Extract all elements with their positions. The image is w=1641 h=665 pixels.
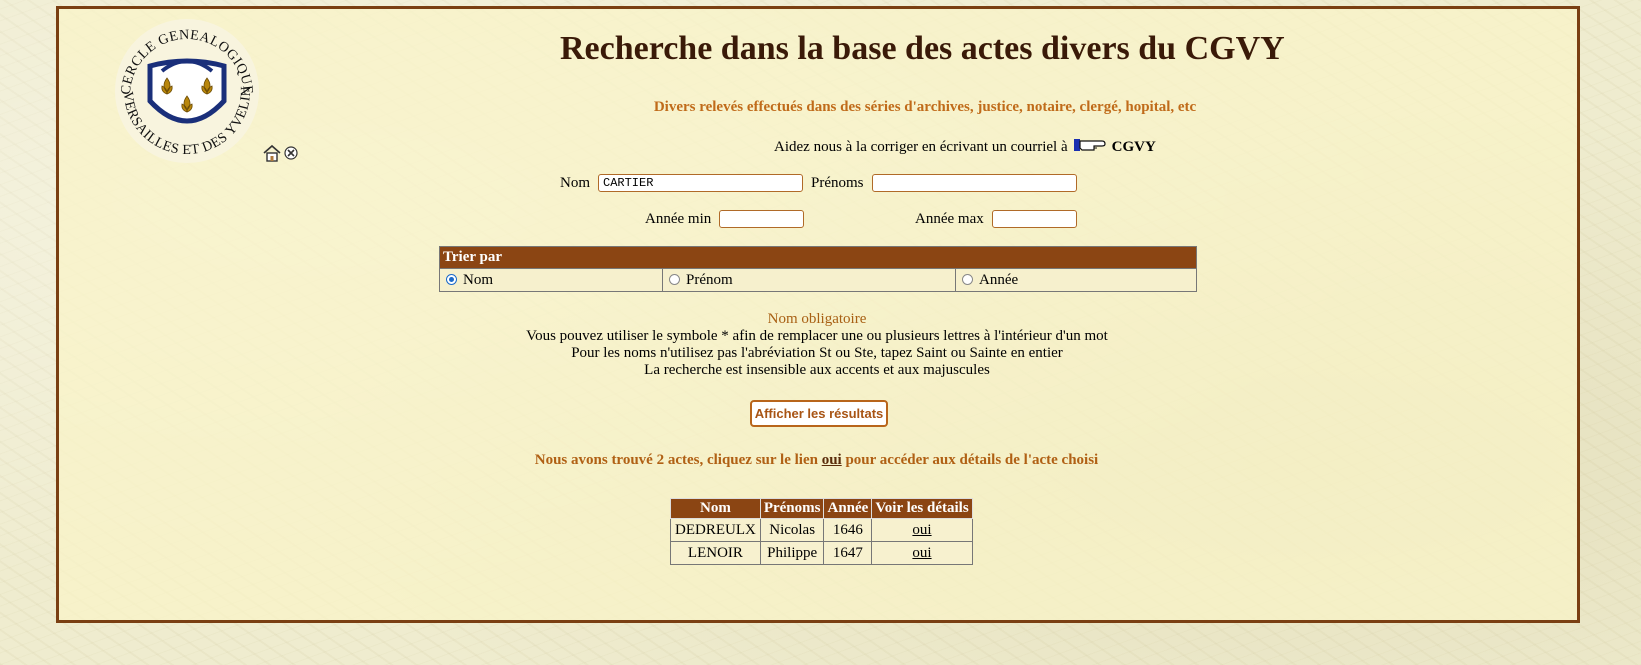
results-message-before: Nous avons trouvé 2 actes, cliquez sur l… [534, 452, 822, 468]
results-table: Nom Prénoms Année Voir les détails DEDRE… [670, 498, 973, 565]
annee-max-label: Année max [915, 211, 984, 227]
contact-text: Aidez nous à la corriger en écrivant un … [774, 139, 1068, 155]
sort-option-nom[interactable]: Nom [439, 268, 663, 292]
cell-details: oui [871, 518, 973, 542]
sort-option-prenom[interactable]: Prénom [662, 268, 956, 292]
home-icon[interactable] [262, 143, 282, 163]
results-message-after: pour accéder aux détails de l'acte chois… [841, 452, 1099, 468]
cell-nom: DEDREULX [670, 518, 761, 542]
table-row: DEDREULX Nicolas 1646 oui [670, 518, 973, 542]
nom-label: Nom [560, 175, 590, 191]
page-title: Recherche dans la base des actes divers … [560, 30, 1285, 67]
prenoms-input[interactable] [872, 174, 1077, 192]
radio-nom[interactable] [446, 273, 457, 285]
results-message: Nous avons trouvé 2 actes, cliquez sur l… [350, 452, 1283, 469]
contact-mail-link[interactable]: CGVY [1112, 139, 1156, 156]
radio-prenom[interactable] [669, 273, 680, 285]
col-header-details: Voir les détails [871, 498, 973, 519]
show-results-button[interactable]: Afficher les résultats [750, 400, 888, 427]
col-header-nom: Nom [670, 498, 761, 519]
details-link[interactable]: oui [912, 522, 931, 538]
sort-table: Trier par Nom Prénom Année [439, 246, 1197, 292]
cell-details: oui [871, 541, 973, 565]
annee-min-label: Année min [645, 211, 712, 227]
help-line: Pour les noms n'utilisez pas l'abréviati… [571, 345, 1063, 361]
cell-prenoms: Philippe [759, 541, 825, 565]
sort-header: Trier par [439, 246, 1197, 269]
sort-option-label: Année [979, 271, 1019, 288]
nom-input[interactable] [598, 174, 803, 192]
pointing-hand-icon[interactable] [1073, 138, 1106, 157]
annee-min-input[interactable] [719, 210, 804, 228]
cell-annee: 1647 [823, 541, 873, 565]
help-text: Nom obligatoire Vous pouvez utiliser le … [412, 311, 1222, 379]
prenoms-label: Prénoms [811, 175, 864, 191]
cell-prenoms: Nicolas [759, 518, 825, 542]
table-row: LENOIR Philippe 1647 oui [670, 541, 973, 565]
results-message-link: oui [821, 452, 842, 468]
contact-line: Aidez nous à la corriger en écrivant un … [774, 138, 1156, 157]
cgvy-logo: CERCLE GENEALOGIQUE DE VERSAILLES ET DES… [112, 16, 259, 163]
col-header-annee: Année [823, 498, 873, 519]
help-line: La recherche est insensible aux accents … [644, 362, 990, 378]
sort-option-label: Prénom [686, 271, 733, 288]
sort-option-annee[interactable]: Année [955, 268, 1197, 292]
page-subtitle: Divers relevés effectués dans des séries… [653, 99, 1197, 115]
annee-max-input[interactable] [992, 210, 1077, 228]
col-header-prenoms: Prénoms [759, 498, 825, 519]
cell-annee: 1646 [823, 518, 873, 542]
help-line: Vous pouvez utiliser le symbole * afin d… [526, 328, 1108, 344]
sort-option-label: Nom [463, 271, 493, 288]
cell-nom: LENOIR [670, 541, 761, 565]
details-link[interactable]: oui [912, 545, 931, 561]
close-icon[interactable] [284, 146, 298, 160]
radio-annee[interactable] [962, 273, 973, 285]
required-note: Nom obligatoire [767, 311, 867, 327]
